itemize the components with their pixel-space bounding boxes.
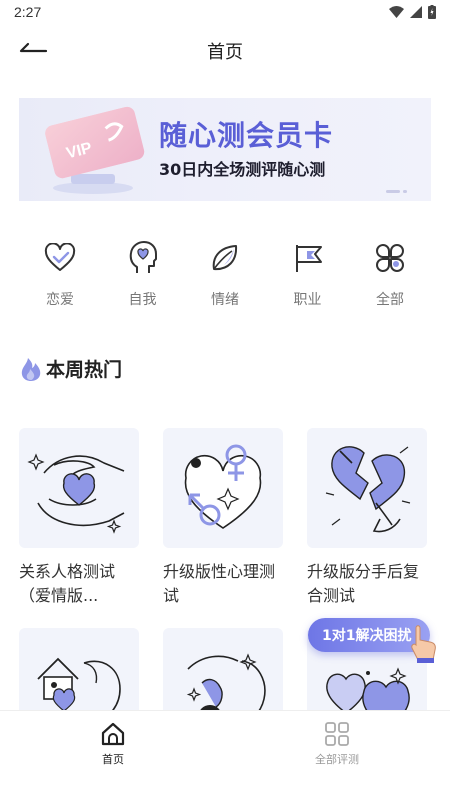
card-title: 升级版分手后复合测试: [307, 562, 420, 605]
signal-icon: [410, 6, 422, 18]
battery-icon: [428, 5, 436, 19]
section-title: 本周热门: [46, 359, 123, 381]
pointing-hand-icon: [411, 625, 436, 663]
vip-card-illustration: VIP: [45, 106, 145, 194]
flag-icon: [295, 245, 322, 272]
category-label: 情绪: [211, 292, 239, 308]
card-title: 升级版性心理测试: [163, 562, 276, 605]
category-all[interactable]: 全部: [357, 240, 423, 309]
tab-label: 全部评测: [315, 753, 359, 766]
card-image: [307, 428, 427, 548]
broken-heart-illustration: [325, 446, 411, 533]
tab-label: 首页: [102, 753, 124, 766]
pagination-dot: [403, 190, 407, 193]
category-label: 自我: [128, 292, 157, 308]
test-card[interactable]: 升级版分手后复合测试: [307, 428, 427, 608]
app-header: 首页: [0, 28, 450, 72]
head-heart-icon: [129, 241, 157, 273]
gender-symbols-illustration: [184, 444, 262, 529]
wifi-icon: [389, 6, 404, 18]
status-time: 2:27: [14, 4, 42, 20]
category-label: 职业: [293, 292, 322, 308]
category-self[interactable]: 自我: [110, 240, 176, 309]
category-emotion[interactable]: 情绪: [192, 240, 258, 309]
banner-title: 随心测会员卡: [159, 119, 334, 152]
flame-icon: [21, 357, 41, 381]
card-image: [19, 428, 139, 548]
status-bar: 2:27: [0, 0, 450, 26]
clover-icon: [376, 244, 404, 272]
home-icon: [101, 722, 125, 746]
category-label: 全部: [376, 292, 404, 308]
test-card[interactable]: 升级版性心理测试: [163, 428, 283, 608]
hands-heart-illustration: [27, 453, 125, 534]
test-card[interactable]: 关系人格测试（爱情版...: [19, 428, 139, 608]
tab-home[interactable]: 首页: [53, 721, 173, 767]
grid-icon: [325, 722, 349, 746]
banner-pagination: [386, 190, 407, 193]
leaf-icon: [212, 245, 238, 271]
category-label: 恋爱: [46, 292, 74, 308]
status-icons: [389, 5, 436, 19]
pagination-dot-active: [386, 190, 400, 193]
hot-section-header: 本周热门: [20, 355, 122, 382]
consult-float-button[interactable]: 1对1解决困扰: [308, 618, 436, 663]
card-image: [163, 428, 283, 548]
category-love[interactable]: 恋爱: [27, 240, 93, 309]
card-title: 关系人格测试（爱情版...: [19, 562, 116, 605]
category-nav: 恋爱 自我 情绪 职业 全部: [19, 240, 431, 309]
banner-subtitle: 30日内全场测评随心测: [159, 160, 326, 179]
bottom-tab-bar: 首页 全部评测: [0, 710, 450, 800]
heart-check-icon: [44, 243, 76, 271]
category-career[interactable]: 职业: [275, 240, 341, 309]
tab-all-tests[interactable]: 全部评测: [277, 721, 397, 767]
vip-banner[interactable]: VIP 随心测会员卡 30日内全场测评随心测: [19, 98, 431, 201]
consult-button-label: 1对1解决困扰: [322, 628, 412, 644]
page-title: 首页: [207, 42, 243, 63]
